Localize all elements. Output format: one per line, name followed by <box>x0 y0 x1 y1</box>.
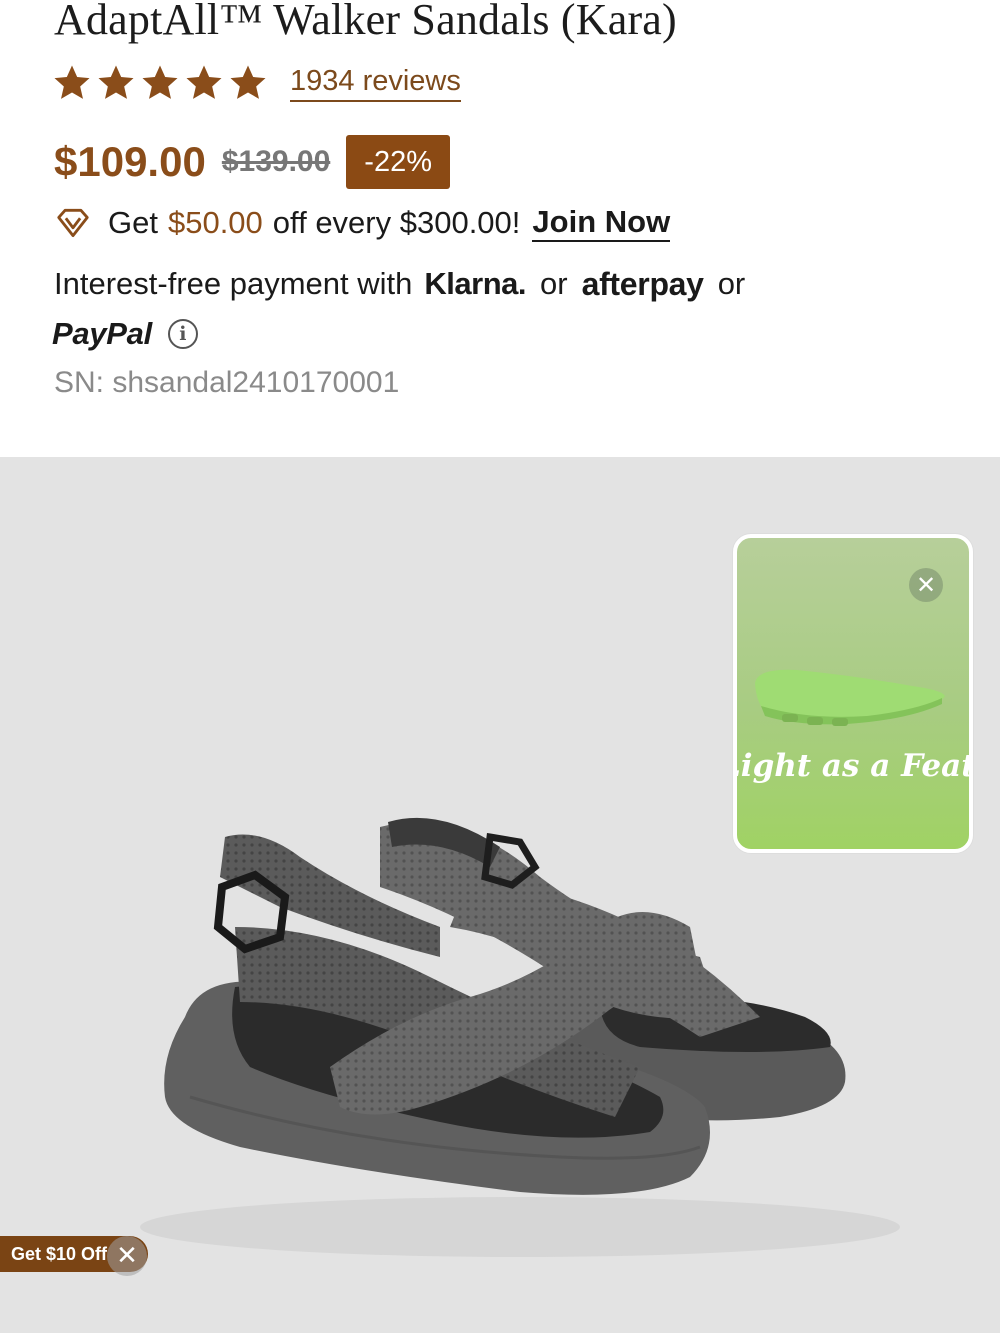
product-sku: SN: shsandal2410170001 <box>54 366 400 399</box>
payment-options-row2: PayPal i <box>52 312 198 356</box>
payment-prefix: Interest-free payment with <box>54 266 413 301</box>
popup-caption-text: Light as a Feather <box>737 748 969 784</box>
payment-or: or <box>540 266 568 301</box>
info-icon[interactable]: i <box>167 319 198 349</box>
reviews-link[interactable]: 1934 reviews <box>290 64 461 102</box>
popup-caption: Light as a Feather <box>737 748 969 784</box>
payment-or: or <box>717 266 746 301</box>
video-popup[interactable]: ✕ Light as a Feather <box>733 534 973 853</box>
promo-suffix: off every $300.00! <box>272 205 521 240</box>
paypal-logo: PayPal <box>52 316 152 351</box>
join-now-link[interactable]: Join Now <box>532 204 671 242</box>
price-row: $109.00 $139.00 -22% <box>54 134 450 190</box>
star-icon <box>186 65 222 99</box>
original-price: $139.00 <box>221 145 331 178</box>
rating-row: 1934 reviews <box>52 60 461 106</box>
discount-badge: -22% <box>346 135 450 189</box>
promo-prefix: Get <box>108 205 158 240</box>
star-icon <box>142 65 178 99</box>
star-icon <box>230 65 266 99</box>
promo-amount: $50.00 <box>167 205 263 240</box>
star-icon <box>98 65 134 99</box>
sale-price: $109.00 <box>54 138 206 185</box>
star-rating <box>52 63 268 103</box>
diamond-icon <box>57 208 89 238</box>
membership-promo: Get $50.00 off every $300.00! Join Now <box>54 198 671 248</box>
close-icon[interactable]: ✕ <box>107 1236 147 1276</box>
close-icon[interactable]: ✕ <box>909 568 943 602</box>
klarna-logo: Klarna. <box>424 266 526 301</box>
product-title: AdaptAll™ Walker Sandals (Kara) <box>54 0 677 44</box>
payment-options: Interest-free payment with Klarna. or af… <box>54 262 745 306</box>
afterpay-logo: afterpay <box>581 265 704 302</box>
star-icon <box>54 65 90 99</box>
